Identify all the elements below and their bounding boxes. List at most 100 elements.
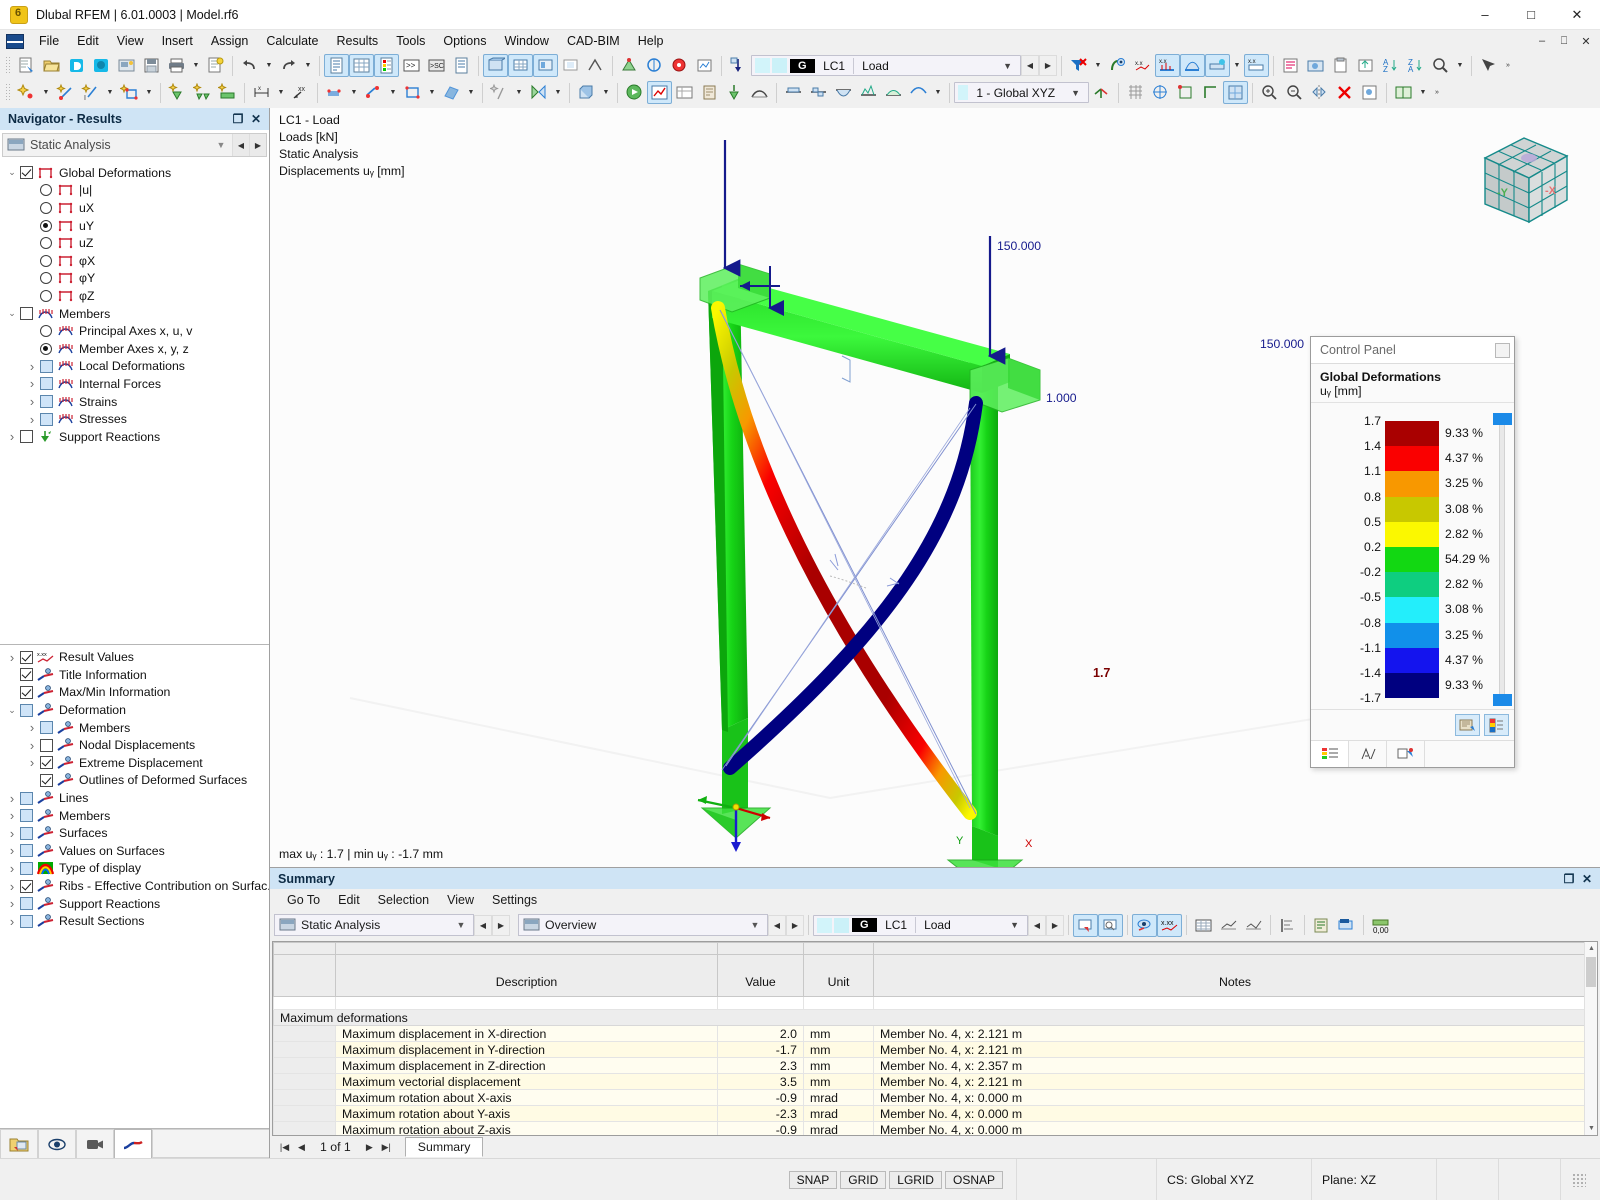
analysis-prev-button[interactable]: ◀	[232, 134, 249, 156]
cs-edit-icon[interactable]	[1089, 81, 1114, 104]
chevron-right-icon[interactable]: ›	[4, 843, 20, 858]
internal-force-m-icon[interactable]	[831, 81, 856, 104]
row-index-cell[interactable]	[274, 1122, 336, 1137]
table-row[interactable]: Maximum displacement in X-direction2.0mm…	[274, 1026, 1597, 1042]
toolbar2-overflow-icon[interactable]: »	[1430, 81, 1444, 104]
chevron-right-icon[interactable]: ›	[4, 896, 20, 911]
internal-force-v-icon[interactable]	[806, 81, 831, 104]
print-icon[interactable]	[164, 54, 189, 77]
color-band-0[interactable]	[1385, 421, 1439, 446]
summary-lc-chevron-down-icon[interactable]: ▼	[1002, 920, 1027, 930]
summary-menu-view[interactable]: View	[438, 891, 483, 909]
chevron-right-icon[interactable]: ›	[24, 738, 40, 753]
new-model-icon[interactable]	[14, 54, 39, 77]
clipboard-icon[interactable]	[1328, 54, 1353, 77]
render-shaded-icon[interactable]	[533, 54, 558, 77]
copy-mirror-dropdown-icon[interactable]: ▼	[551, 81, 565, 104]
sort-asc-icon[interactable]: AZ	[1378, 54, 1403, 77]
help-arrow-icon[interactable]	[1476, 54, 1501, 77]
tree-item-member-axes-x-y-z[interactable]: Member Axes x, y, z	[0, 340, 269, 358]
color-band-9[interactable]	[1385, 648, 1439, 673]
load-case-combo[interactable]: G LC1 Load ▼	[751, 55, 1021, 76]
print-view-icon[interactable]	[1278, 54, 1303, 77]
load-case-prev-button[interactable]: ◀	[1021, 55, 1039, 76]
menu-options[interactable]: Options	[434, 32, 495, 50]
load-case-next-button[interactable]: ▶	[1039, 55, 1057, 76]
row-index-cell[interactable]	[274, 1106, 336, 1122]
filter-tab-icon[interactable]	[1387, 741, 1425, 767]
save-icon[interactable]	[139, 54, 164, 77]
checkbox[interactable]	[20, 827, 33, 840]
coordinate-system-status[interactable]: CS: Global XYZ	[1156, 1159, 1311, 1200]
chevron-right-icon[interactable]: ›	[24, 720, 40, 735]
plane-status[interactable]: Plane: XZ	[1311, 1159, 1436, 1200]
stress-icon[interactable]	[856, 81, 881, 104]
chevron-right-icon[interactable]: ›	[24, 755, 40, 770]
snap-toggle[interactable]: SNAP	[789, 1171, 838, 1189]
tree-item-uz[interactable]: uZ	[0, 234, 269, 252]
zoom-out-icon[interactable]	[1282, 81, 1307, 104]
checkbox[interactable]	[40, 774, 53, 787]
summary-select-in-model-icon[interactable]	[1073, 914, 1098, 937]
tree-item-title-information[interactable]: Title Information	[0, 666, 269, 684]
calculate-icon[interactable]	[622, 81, 647, 104]
table-panel-icon[interactable]	[349, 54, 374, 77]
object-snap-icon[interactable]	[1173, 81, 1198, 104]
chevron-right-icon[interactable]: ›	[24, 394, 40, 409]
project-navigator-tab[interactable]	[0, 1129, 38, 1158]
radio-button[interactable]	[40, 255, 52, 267]
summary-print-icon[interactable]	[1309, 914, 1334, 937]
render-mode-icon[interactable]	[1223, 81, 1248, 104]
mirror-view-icon[interactable]	[1307, 81, 1332, 104]
summary-visibility-icon[interactable]	[1132, 914, 1157, 937]
show-nodes-icon[interactable]	[617, 54, 642, 77]
printout-report-icon[interactable]	[203, 54, 228, 77]
summary-export-icon[interactable]	[1334, 914, 1359, 937]
tree-item-members[interactable]: ⌄Members	[0, 305, 269, 323]
color-band-5[interactable]	[1385, 547, 1439, 572]
scale-slider-thumb-max[interactable]	[1493, 413, 1512, 425]
imperfection-dropdown-icon[interactable]: ▼	[512, 81, 526, 104]
render-wireframe-icon[interactable]	[508, 54, 533, 77]
row-index-cell[interactable]	[274, 1090, 336, 1106]
tree-item-local-deformations[interactable]: ›Local Deformations	[0, 358, 269, 376]
coordinate-icon[interactable]: xx	[288, 81, 313, 104]
cs-chevron-down-icon[interactable]: ▼	[1063, 88, 1088, 98]
clear-filter-icon[interactable]	[1066, 54, 1091, 77]
nodal-load-icon[interactable]	[361, 81, 386, 104]
mdi-close-button[interactable]: ✕	[1578, 33, 1594, 49]
summary-analysis-chevron-down-icon[interactable]: ▼	[449, 920, 473, 930]
undo-icon[interactable]	[237, 54, 262, 77]
summary-decimals-icon[interactable]: 0,00	[1368, 914, 1393, 937]
nodal-load-dropdown-icon[interactable]: ▼	[386, 81, 400, 104]
chevron-down-icon[interactable]: ⌄	[4, 705, 20, 716]
results-table-icon[interactable]	[672, 81, 697, 104]
analysis-type-selector[interactable]: Static Analysis ▼ ◀ ▶	[2, 133, 267, 157]
tree-item-values-on-surfaces[interactable]: ›Values on Surfaces	[0, 842, 269, 860]
render-solid-icon[interactable]	[483, 54, 508, 77]
filter-dropdown-icon[interactable]: ▼	[1091, 54, 1105, 77]
zoom-in-icon[interactable]	[1257, 81, 1282, 104]
chevron-right-icon[interactable]: ›	[4, 791, 20, 806]
color-band-7[interactable]	[1385, 597, 1439, 622]
checkbox[interactable]	[20, 880, 33, 893]
summary-result-values-icon[interactable]: x.xx	[1157, 914, 1182, 937]
menu-window[interactable]: Window	[495, 32, 557, 50]
pager-first-button[interactable]: |◀	[276, 1138, 293, 1156]
zoom-dropdown-icon[interactable]: ▼	[1453, 54, 1467, 77]
script-icon[interactable]: >SC	[424, 54, 449, 77]
checkbox[interactable]	[20, 686, 33, 699]
checkbox[interactable]	[40, 756, 53, 769]
radio-button[interactable]	[40, 343, 52, 355]
color-band-6[interactable]	[1385, 572, 1439, 597]
chevron-right-icon[interactable]: ›	[24, 412, 40, 427]
row-index-cell[interactable]	[274, 1026, 336, 1042]
table-row[interactable]: Maximum vectorial displacement3.5mmMembe…	[274, 1074, 1597, 1090]
results-values-grid-icon[interactable]: x.x	[1244, 54, 1269, 77]
toolbar-grip[interactable]	[5, 56, 11, 75]
tree-item-principal-axes-x-u-v[interactable]: Principal Axes x, u, v	[0, 322, 269, 340]
tree-item-u[interactable]: |u|	[0, 182, 269, 200]
control-panel[interactable]: Control Panel Global Deformations uᵧ [mm…	[1310, 336, 1515, 768]
menu-insert[interactable]: Insert	[153, 32, 202, 50]
checkbox[interactable]	[20, 166, 33, 179]
